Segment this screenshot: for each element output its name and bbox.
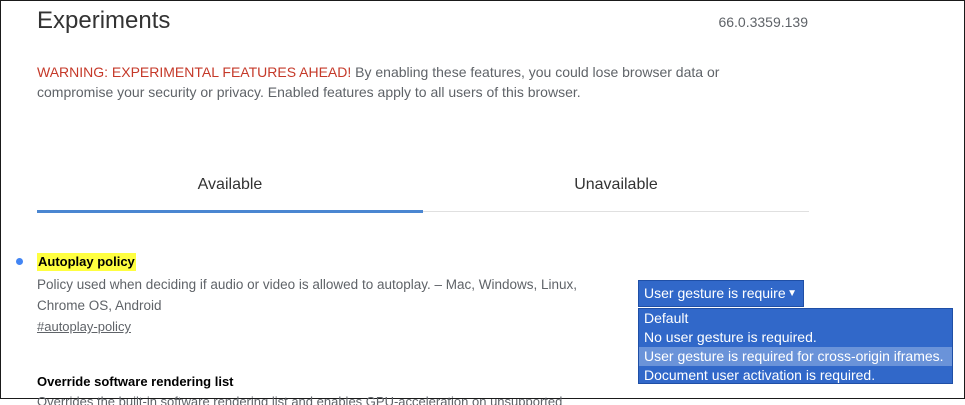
- tab-available[interactable]: Available: [37, 166, 423, 212]
- option-no-user-gesture[interactable]: No user gesture is required.: [639, 328, 952, 347]
- experiment-permalink[interactable]: #autoplay-policy: [37, 316, 617, 338]
- select-value: User gesture is required for cross-origi…: [644, 285, 786, 301]
- autoplay-policy-select[interactable]: User gesture is required for cross-origi…: [638, 280, 804, 307]
- autoplay-policy-options: Default No user gesture is required. Use…: [638, 308, 953, 384]
- warning-message: WARNING: EXPERIMENTAL FEATURES AHEAD! By…: [37, 62, 797, 102]
- experiment-enabled-dot-icon: [16, 258, 23, 265]
- option-cross-origin-iframes[interactable]: User gesture is required for cross-origi…: [639, 347, 952, 366]
- tab-bar: Available Unavailable: [37, 166, 809, 214]
- experiment-autoplay-policy: Autoplay policy Policy used when decidin…: [37, 253, 617, 338]
- experiment-name-override-rendering: Override software rendering list: [37, 374, 234, 389]
- tab-unavailable[interactable]: Unavailable: [423, 166, 809, 212]
- experiment-description: Policy used when deciding if audio or vi…: [37, 277, 578, 313]
- warning-label: WARNING: EXPERIMENTAL FEATURES AHEAD!: [37, 64, 352, 80]
- page-title: Experiments: [37, 7, 171, 34]
- dropdown-caret-icon: ▼: [787, 288, 797, 299]
- option-document-user-activation[interactable]: Document user activation is required.: [639, 366, 952, 385]
- option-default[interactable]: Default: [639, 309, 952, 328]
- experiment-name: Autoplay policy: [37, 253, 136, 271]
- version-label: 66.0.3359.139: [718, 14, 808, 30]
- active-tab-indicator: [37, 210, 423, 213]
- experiment-description-override-rendering: Overrides the built-in software renderin…: [37, 394, 563, 405]
